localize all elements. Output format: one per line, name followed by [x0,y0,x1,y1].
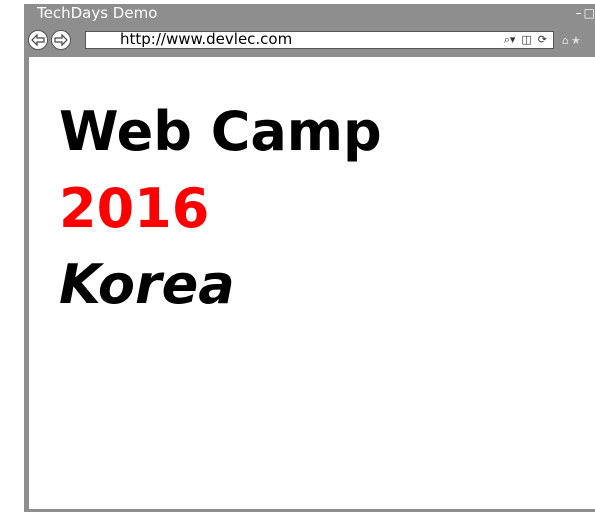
home-icon[interactable]: ⌂ [562,34,569,47]
back-button[interactable] [28,30,48,50]
refresh-icon[interactable]: ⟳ [538,33,547,47]
search-dropdown-icon[interactable]: ⌕▾ [504,33,516,47]
title-bar: TechDays Demo – □ [24,4,595,30]
favorites-icon[interactable]: ★ [571,34,581,47]
heading-korea: Korea [59,253,235,316]
window-controls: – □ [576,6,595,20]
url-text: http://www.devlec.com [120,30,293,48]
page-content: Web Camp 2016 Korea [29,57,595,509]
heading-year: 2016 [59,177,210,240]
window-title: TechDays Demo [37,4,158,22]
address-bar[interactable]: http://www.devlec.com ⌕▾ ◫ ⟳ [85,30,554,49]
browser-icons: ⌂ ★ [562,34,581,47]
minimize-button[interactable]: – [576,6,582,20]
navigation-toolbar: http://www.devlec.com ⌕▾ ◫ ⟳ ⌂ ★ [24,30,595,54]
heading-web-camp: Web Camp [59,100,382,163]
back-arrow-icon [31,33,45,47]
maximize-button[interactable]: □ [584,6,595,20]
address-bar-icons: ⌕▾ ◫ ⟳ [504,33,547,47]
forward-button[interactable] [51,30,71,50]
browser-window: TechDays Demo – □ http://www.devlec.com … [24,4,595,512]
forward-arrow-icon [54,33,68,47]
compat-view-icon[interactable]: ◫ [521,33,531,47]
